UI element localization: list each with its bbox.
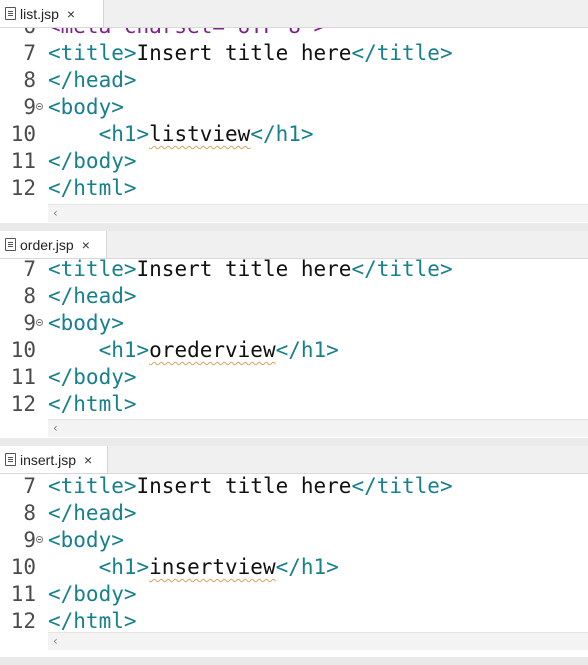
code-text: <body> — [48, 310, 124, 337]
jsp-file-icon — [5, 238, 16, 251]
line-number: 9 — [23, 528, 36, 552]
line-number: 10 — [10, 122, 36, 146]
code-text: <title>Insert title here</title> — [48, 40, 453, 67]
line-number: 8 — [23, 68, 36, 92]
tab-label: insert.jsp — [20, 451, 77, 468]
line-number: 7 — [23, 257, 36, 281]
code-text: </head> — [48, 67, 137, 94]
horizontal-scrollbar[interactable]: ‹ — [48, 632, 588, 650]
code-text: </body> — [48, 148, 137, 175]
line-number: 11 — [10, 582, 36, 606]
html-tag-token: </title> — [351, 41, 453, 65]
horizontal-scrollbar[interactable]: ‹ — [48, 419, 588, 437]
html-tag-token: </head> — [48, 284, 137, 308]
line-number: 7 — [23, 41, 36, 65]
scroll-left-icon[interactable]: ‹ — [53, 633, 58, 650]
code-text: </html> — [48, 391, 137, 418]
line-number: 12 — [10, 392, 36, 416]
html-tag-token: </body> — [48, 582, 137, 606]
tab-label: order.jsp — [20, 236, 74, 253]
code-text: <body> — [48, 527, 124, 554]
tab-list-jsp[interactable]: list.jsp × — [0, 0, 104, 27]
html-tag-token: <title> — [48, 41, 137, 65]
html-tag-token: </head> — [48, 501, 137, 525]
code-text: </body> — [48, 364, 137, 391]
html-tag-token: </head> — [48, 68, 137, 92]
line-number: 12 — [10, 176, 36, 200]
html-tag-token: <h1> — [48, 122, 150, 146]
close-tab-icon[interactable]: × — [82, 237, 90, 253]
code-text: </html> — [48, 175, 137, 202]
line-number: 9 — [23, 95, 36, 119]
line-number: 11 — [10, 149, 36, 173]
tab-label: list.jsp — [20, 5, 59, 22]
html-tag-token: </html> — [48, 392, 137, 416]
code-editor[interactable]: 7 <title>Insert title here</title> 8 </head… — [0, 473, 588, 635]
line-number: 7 — [23, 474, 36, 498]
text-token: Insert title here — [136, 41, 352, 65]
code-text: <title>Insert title here</title> — [48, 473, 453, 500]
html-tag-token: <body> — [48, 528, 124, 552]
close-tab-icon[interactable]: × — [84, 452, 92, 468]
jsp-file-icon — [5, 453, 16, 466]
horizontal-scrollbar[interactable]: ‹ — [48, 204, 588, 222]
text-token: Insert title here — [136, 474, 352, 498]
code-text: </head> — [48, 500, 137, 527]
tab-insert-jsp[interactable]: insert.jsp × — [0, 446, 108, 473]
code-text: </body> — [48, 581, 137, 608]
tab-order-jsp[interactable]: order.jsp × — [0, 231, 107, 258]
line-number: 9 — [23, 311, 36, 335]
code-text: </html> — [48, 608, 137, 635]
text-token: Insert title here — [136, 257, 352, 281]
editor-panel-insert: insert.jsp × 7 <title>Insert title here</… — [0, 446, 588, 665]
panel-separator — [0, 657, 588, 665]
html-tag-token: <h1> — [48, 338, 150, 362]
fold-collapse-icon[interactable] — [36, 319, 43, 326]
html-tag-token: <title> — [48, 257, 137, 281]
code-editor[interactable]: 6<meta charset="UTF-8">7<title>Insert ti… — [0, 13, 588, 203]
code-text: <h1>orederview</h1> — [48, 337, 339, 364]
html-tag-token: <h1> — [48, 555, 150, 579]
html-tag-token: </title> — [351, 257, 453, 281]
line-number: 12 — [10, 609, 36, 633]
html-tag-token: </title> — [351, 474, 453, 498]
html-tag-token: </body> — [48, 149, 137, 173]
html-tag-token: </h1> — [250, 122, 314, 146]
html-tag-token: </body> — [48, 365, 137, 389]
jsp-file-icon — [5, 7, 16, 20]
scroll-left-icon[interactable]: ‹ — [53, 420, 58, 437]
html-tag-token: <body> — [48, 311, 124, 335]
misspelled-word-token: orederview — [149, 338, 276, 362]
html-tag-token: <body> — [48, 95, 124, 119]
code-editor[interactable]: 7 <title>Insert title here</title> 8 </head… — [0, 256, 588, 418]
line-number: 11 — [10, 365, 36, 389]
panel-separator — [0, 438, 588, 446]
code-text: <h1>listview</h1> — [48, 121, 314, 148]
html-tag-token: </h1> — [275, 338, 339, 362]
fold-collapse-icon[interactable] — [36, 103, 43, 110]
line-number: 8 — [23, 284, 36, 308]
code-text: </head> — [48, 283, 137, 310]
line-number: 10 — [10, 555, 36, 579]
scroll-left-icon[interactable]: ‹ — [53, 205, 58, 222]
line-number: 10 — [10, 338, 36, 362]
html-tag-token: <title> — [48, 474, 137, 498]
tab-bar: insert.jsp × — [0, 446, 588, 474]
panel-separator — [0, 223, 588, 231]
html-tag-token: </html> — [48, 609, 137, 633]
html-tag-token: </html> — [48, 176, 137, 200]
misspelled-word-token: insertview — [149, 555, 276, 579]
misspelled-word-token: listview — [149, 122, 251, 146]
html-tag-token: </h1> — [275, 555, 339, 579]
code-text: <body> — [48, 94, 124, 121]
close-tab-icon[interactable]: × — [67, 6, 75, 22]
editor-panel-list: 6<meta charset="UTF-8">7<title>Insert ti… — [0, 0, 588, 223]
line-number: 8 — [23, 501, 36, 525]
tab-bar: order.jsp × — [0, 231, 588, 259]
code-text: <title>Insert title here</title> — [48, 256, 453, 283]
code-text: <h1>insertview</h1> — [48, 554, 339, 581]
fold-collapse-icon[interactable] — [36, 536, 43, 543]
tab-bar: list.jsp × — [0, 0, 588, 28]
editor-panel-order: order.jsp × 7 <title>Insert title here</t… — [0, 231, 588, 438]
